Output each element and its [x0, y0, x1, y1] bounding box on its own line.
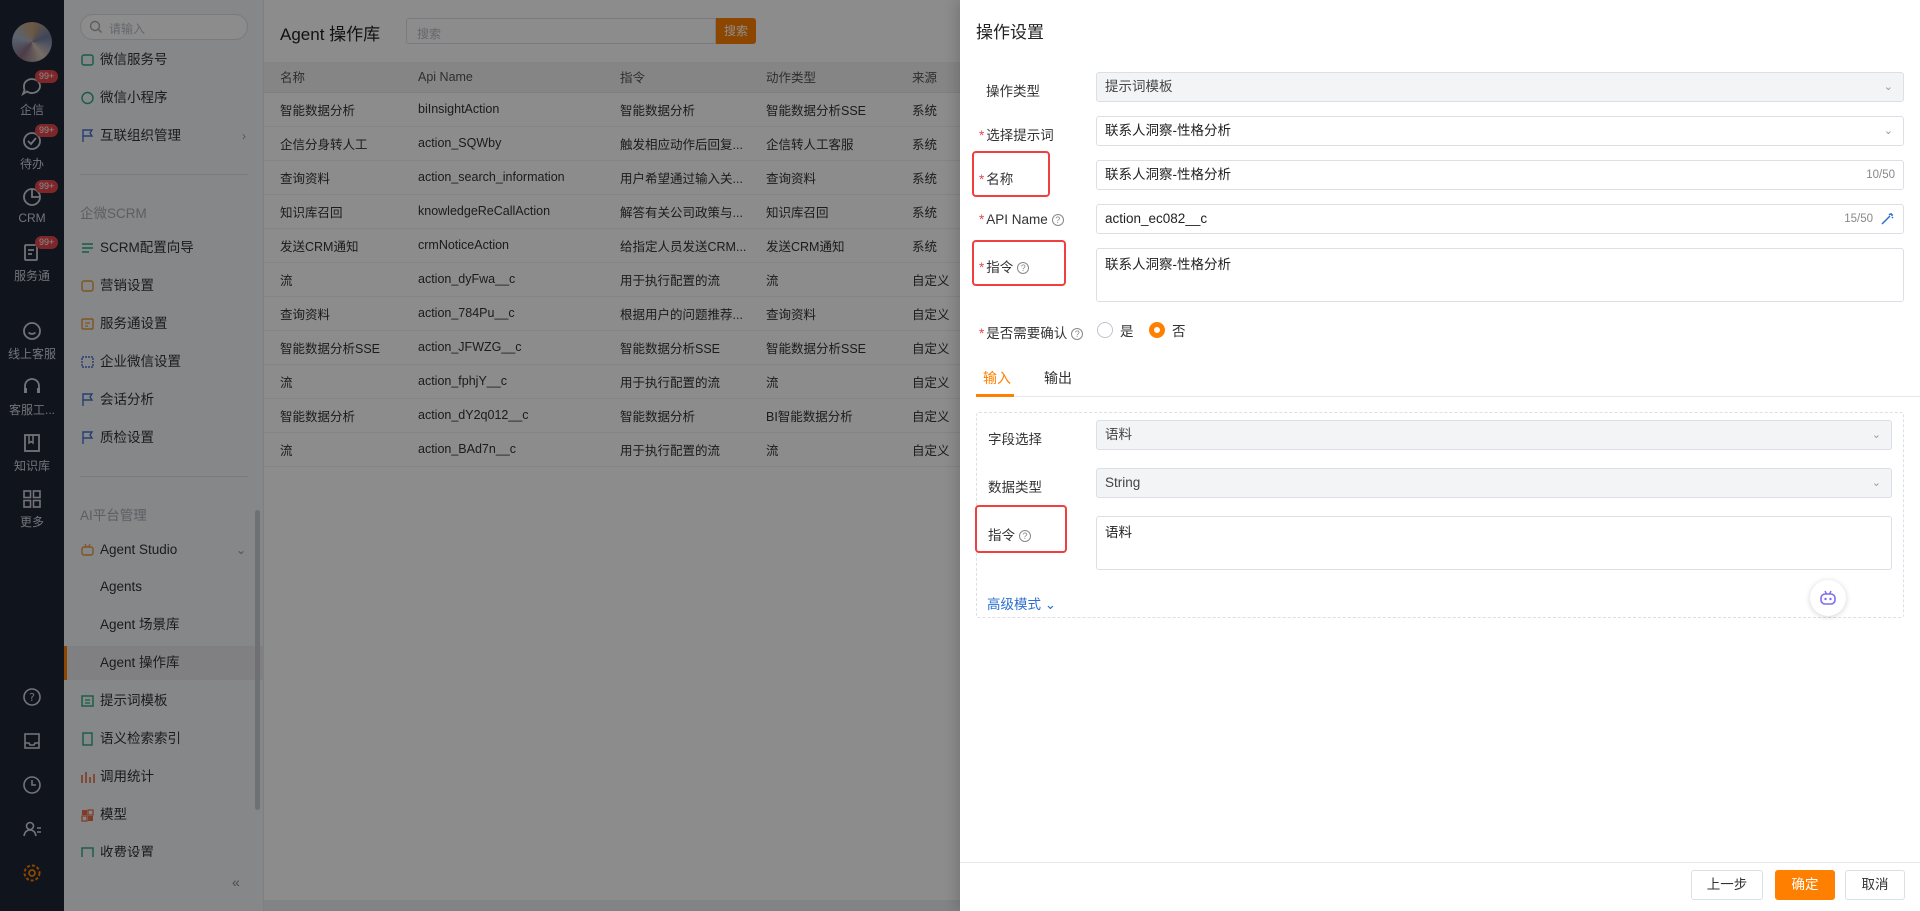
drawer-title: 操作设置 — [976, 23, 1044, 42]
advanced-mode-link[interactable]: 高级模式 ⌄ — [987, 593, 1056, 613]
double-chevron-down-icon: ⌄ — [1044, 597, 1057, 612]
robot-icon — [1820, 590, 1836, 605]
api-name-value: action_ec082__c — [1105, 211, 1208, 226]
confirm-button[interactable]: 确定 — [1775, 870, 1835, 900]
instruction-label: * 指令? — [979, 256, 1030, 276]
app-root: 99+ 企信 99+ 待办 99+ CRM 99+ 服务通 线上客服 客服工..… — [0, 0, 1920, 911]
field-select-value: 语料 — [1105, 427, 1132, 442]
confirm-label: * 是否需要确认? — [979, 322, 1084, 342]
help-icon: ? — [1051, 214, 1064, 226]
instruction-textarea[interactable]: 联系人洞察-性格分析 — [1096, 248, 1904, 302]
chevron-down-icon: ⌄ — [1871, 429, 1881, 441]
chevron-down-icon: ⌄ — [1883, 81, 1893, 93]
op-type-label-text: 操作类型 — [986, 84, 1040, 99]
op-type-select[interactable]: 提示词模板 ⌄ — [1096, 72, 1904, 102]
input-instruction-value: 语料 — [1105, 525, 1132, 540]
ai-assistant-button[interactable] — [1810, 580, 1846, 616]
chevron-down-icon: ⌄ — [1871, 477, 1881, 489]
cancel-button[interactable]: 取消 — [1845, 870, 1905, 900]
help-icon: ? — [1071, 328, 1084, 340]
prompt-label: * 选择提示词 — [979, 128, 1054, 143]
prev-step-button[interactable]: 上一步 — [1691, 870, 1763, 900]
field-select-label: 字段选择 — [988, 432, 1042, 447]
data-type-value: String — [1105, 475, 1141, 490]
tab-active-indicator — [976, 394, 1014, 397]
chevron-down-icon: ⌄ — [1883, 125, 1893, 137]
input-instruction-label-text: 指令 — [988, 528, 1015, 543]
help-icon: ? — [1017, 262, 1030, 274]
magic-wand-icon[interactable] — [1880, 212, 1894, 226]
prompt-value: 联系人洞察-性格分析 — [1105, 123, 1231, 138]
help-icon: ? — [1019, 530, 1031, 542]
data-type-select[interactable]: String ⌄ — [1096, 468, 1892, 498]
confirm-yes-label: 是 — [1120, 324, 1134, 339]
tab-input[interactable]: 输入 — [983, 368, 1011, 388]
api-name-label-text: API Name — [986, 212, 1048, 227]
confirm-no-label: 否 — [1172, 324, 1186, 339]
instruction-value: 联系人洞察-性格分析 — [1105, 257, 1231, 272]
modal-mask[interactable] — [0, 0, 960, 911]
confirm-radio-no[interactable] — [1149, 322, 1165, 338]
tab-output[interactable]: 输出 — [1044, 368, 1072, 388]
api-name-label: * API Name? — [979, 212, 1064, 227]
operation-settings-drawer: 操作设置 操作类型 提示词模板 ⌄ * 选择提示词 联系人洞察-性格分析 ⌄ * 名… — [960, 0, 1920, 911]
op-type-label: 操作类型 — [986, 80, 1040, 100]
data-type-label: 数据类型 — [988, 480, 1042, 495]
advanced-mode-text: 高级模式 — [987, 597, 1041, 612]
instruction-label-text: 指令 — [986, 260, 1014, 275]
tab-divider — [976, 396, 1920, 397]
name-char-count: 10/50 — [1866, 169, 1895, 181]
input-instruction-textarea[interactable]: 语料 — [1096, 516, 1892, 570]
api-name-input[interactable]: action_ec082__c 15/50 — [1096, 204, 1904, 234]
confirm-radio-yes[interactable] — [1097, 322, 1113, 338]
confirm-label-text: 是否需要确认 — [986, 326, 1068, 341]
name-input[interactable]: 联系人洞察-性格分析 10/50 — [1096, 160, 1904, 190]
field-select[interactable]: 语料 ⌄ — [1096, 420, 1892, 450]
name-label-text: 名称 — [986, 172, 1014, 187]
name-label: * 名称 — [979, 172, 1014, 187]
input-instruction-label: 指令? — [988, 524, 1031, 544]
prompt-label-text: 选择提示词 — [986, 128, 1054, 143]
op-type-value: 提示词模板 — [1105, 79, 1173, 94]
drawer-footer-divider — [960, 862, 1920, 863]
name-value: 联系人洞察-性格分析 — [1105, 167, 1231, 182]
prompt-select[interactable]: 联系人洞察-性格分析 ⌄ — [1096, 116, 1904, 146]
api-name-char-count: 15/50 — [1844, 213, 1873, 225]
